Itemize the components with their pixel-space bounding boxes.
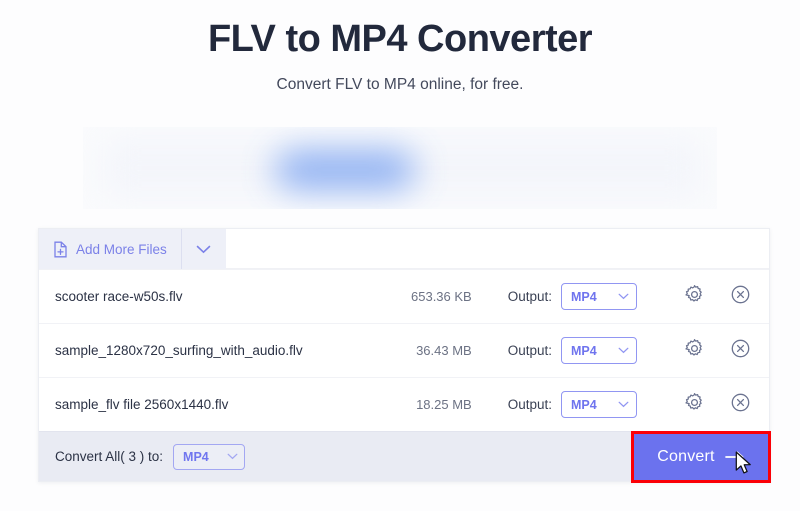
chevron-down-icon	[227, 453, 238, 460]
settings-button[interactable]	[679, 390, 709, 420]
file-name: scooter race-w50s.flv	[55, 289, 183, 304]
table-row[interactable]: sample_flv file 2560x1440.flv 18.25 MB O…	[39, 377, 769, 431]
output-format-select[interactable]: MP4	[561, 283, 637, 310]
row-actions	[679, 336, 769, 366]
chevron-down-icon	[618, 401, 629, 408]
file-name: sample_1280x720_surfing_with_audio.flv	[55, 343, 303, 358]
page-header: FLV to MP4 Converter Convert FLV to MP4 …	[0, 0, 800, 94]
blurred-banner	[83, 127, 717, 209]
output-label: Output:	[507, 289, 552, 304]
row-actions	[679, 390, 769, 420]
convert-all-format-value: MP4	[183, 449, 209, 464]
add-more-files-button[interactable]: Add More Files	[39, 229, 181, 269]
gear-icon	[684, 338, 705, 364]
output-label: Output:	[507, 397, 552, 412]
convert-all-label: Convert All( 3 ) to:	[55, 449, 164, 464]
page-title: FLV to MP4 Converter	[207, 18, 593, 60]
chevron-down-icon	[618, 347, 629, 354]
remove-file-button[interactable]	[725, 336, 755, 366]
file-name: sample_flv file 2560x1440.flv	[55, 397, 229, 412]
convert-all-format-select[interactable]: MP4	[173, 443, 246, 470]
output-format-value: MP4	[571, 397, 597, 412]
file-plus-icon	[53, 241, 68, 258]
chevron-down-icon	[196, 245, 211, 254]
file-size: 18.25 MB	[416, 397, 472, 412]
arrow-right-icon	[715, 451, 745, 463]
file-size: 36.43 MB	[416, 343, 472, 358]
remove-file-button[interactable]	[725, 390, 755, 420]
close-circle-icon	[730, 392, 751, 418]
gear-icon	[684, 284, 705, 310]
add-more-files-label: Add More Files	[76, 241, 167, 257]
card-toolbar: Add More Files	[39, 229, 769, 269]
file-list-card: Add More Files scooter race-w50s.flv 653…	[38, 228, 771, 483]
output-format-select[interactable]: MP4	[561, 337, 637, 364]
card-footer: Convert All( 3 ) to: MP4 Convert	[39, 431, 771, 483]
row-actions	[679, 282, 769, 312]
gear-icon	[684, 392, 705, 418]
output-format-select[interactable]: MP4	[561, 391, 637, 418]
remove-file-button[interactable]	[725, 282, 755, 312]
file-size: 653.36 KB	[411, 289, 472, 304]
close-circle-icon	[730, 284, 751, 310]
convert-button[interactable]: Convert	[631, 431, 771, 483]
close-circle-icon	[730, 338, 751, 364]
page-subtitle: Convert FLV to MP4 online, for free.	[276, 75, 524, 93]
convert-button-label: Convert	[657, 448, 715, 465]
banner-blue-blob	[275, 151, 415, 189]
settings-button[interactable]	[679, 336, 709, 366]
toolbar-filler	[225, 229, 769, 269]
settings-button[interactable]	[679, 282, 709, 312]
chevron-down-icon	[618, 293, 629, 300]
table-row[interactable]: sample_1280x720_surfing_with_audio.flv 3…	[39, 323, 769, 377]
add-files-dropdown-button[interactable]	[181, 229, 226, 269]
output-format-value: MP4	[571, 289, 597, 304]
table-row[interactable]: scooter race-w50s.flv 653.36 KB Output: …	[39, 269, 769, 323]
output-label: Output:	[507, 343, 552, 358]
output-format-value: MP4	[571, 343, 597, 358]
